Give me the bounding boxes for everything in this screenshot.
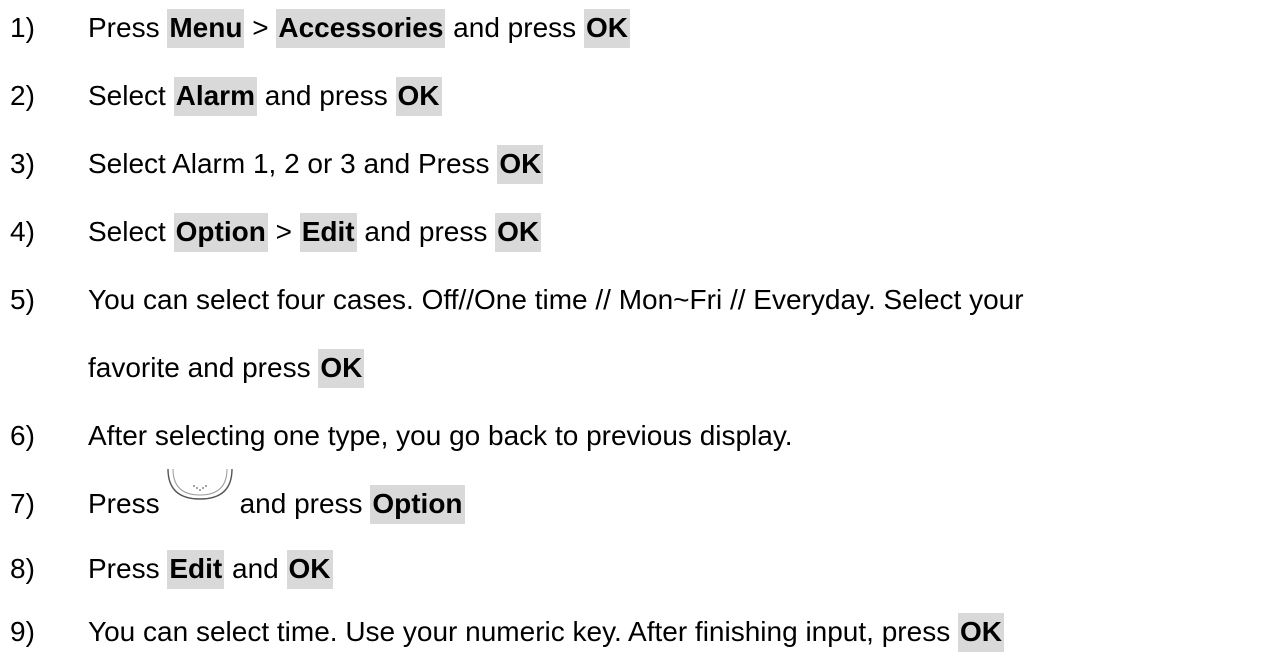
step-text: After selecting one type, you go back to…	[88, 420, 793, 451]
step-number: 7)	[10, 488, 35, 519]
step-text: Select Alarm and press OK	[88, 72, 442, 120]
step-text-plain: and	[224, 553, 287, 584]
down-navigation-key-icon	[166, 467, 234, 501]
step-text: Press Edit and OK	[88, 545, 333, 593]
step-text-plain: and press	[356, 216, 496, 247]
step-text: Select Option > Edit and press OK	[88, 208, 542, 256]
step-number: 9)	[10, 616, 35, 647]
step-text: You can select four cases. Off//One time…	[88, 284, 1024, 315]
step-text-plain: You can select time. Use your numeric ke…	[88, 616, 958, 647]
step-text-plain: >	[267, 216, 300, 247]
step-text-plain: >	[244, 12, 277, 43]
step-number: 5)	[10, 284, 35, 315]
key-ok: OK	[583, 9, 630, 48]
key-ok: OK	[286, 550, 333, 589]
step-text: Select Alarm 1, 2 or 3 and Press OK	[88, 140, 544, 188]
key-edit: Edit	[167, 550, 225, 589]
step-number: 4)	[10, 216, 35, 247]
key-ok: OK	[497, 145, 544, 184]
key-ok: OK	[495, 213, 542, 252]
key-ok: OK	[957, 613, 1004, 652]
key-ok: OK	[318, 349, 365, 388]
step-text-plain: Press	[88, 553, 168, 584]
step-text-plain: and press	[256, 80, 396, 111]
key-accessories: Accessories	[276, 9, 446, 48]
step-text-plain: Select	[88, 80, 174, 111]
step-text: You can select time. Use your numeric ke…	[88, 608, 1004, 656]
step-number: 2)	[10, 80, 35, 111]
step-text-plain: and press	[445, 12, 584, 43]
step-text-plain: Select	[88, 216, 174, 247]
key-edit: Edit	[299, 213, 357, 252]
step-text-plain: favorite and press	[88, 352, 319, 383]
step-number: 6)	[10, 420, 35, 451]
step-text-plain: Press	[88, 488, 160, 519]
step-number: 8)	[10, 553, 35, 584]
key-menu: Menu	[167, 9, 245, 48]
key-option: Option	[173, 213, 268, 252]
key-ok: OK	[395, 77, 442, 116]
step-text: Press and press Option	[88, 468, 465, 528]
step-number: 1)	[10, 12, 35, 43]
step-text: Press Menu > Accessories and press OK	[88, 4, 630, 52]
step-text: favorite and press OK	[88, 344, 365, 392]
step-text-plain: and press	[239, 488, 371, 519]
instruction-steps: 1) Press Menu > Accessories and press OK…	[0, 0, 1268, 657]
step-number: 3)	[10, 148, 35, 179]
step-text-plain: Select Alarm 1, 2 or 3 and Press	[88, 148, 498, 179]
step-text-plain: Press	[88, 12, 168, 43]
key-alarm: Alarm	[173, 77, 257, 116]
key-option: Option	[370, 485, 465, 524]
